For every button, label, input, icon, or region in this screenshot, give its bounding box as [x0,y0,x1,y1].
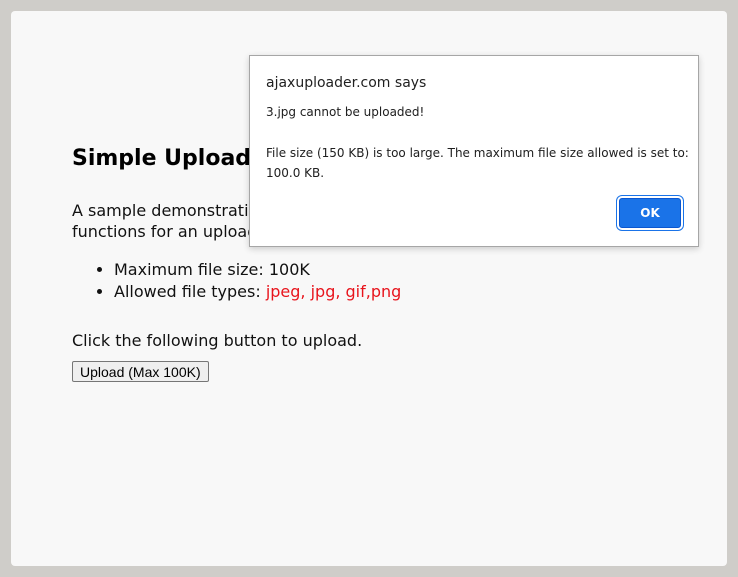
features-list: Maximum file size: 100K Allowed file typ… [72,259,401,303]
dialog-message-line-2: File size (150 KB) is too large. The max… [266,146,689,160]
upload-button[interactable]: Upload (Max 100K) [72,361,209,382]
ok-button[interactable]: OK [619,198,681,228]
allowed-types-value: jpeg, jpg, gif,png [265,282,402,301]
page-title: Simple Upload [72,146,252,171]
allowed-types-label: Allowed file types: [114,282,266,301]
dialog-title: ajaxuploader.com says [266,75,427,91]
alert-dialog: ajaxuploader.com says 3.jpg cannot be up… [249,55,699,247]
upload-instruction: Click the following button to upload. [72,331,363,350]
max-size-text: Maximum file size: 100K [114,260,310,279]
dialog-message-line-1: 3.jpg cannot be uploaded! [266,105,425,119]
dialog-message-line-3: 100.0 KB. [266,166,325,180]
list-item-allowed-types: Allowed file types: jpeg, jpg, gif,png [114,281,401,303]
list-item-max-size: Maximum file size: 100K [114,259,401,281]
